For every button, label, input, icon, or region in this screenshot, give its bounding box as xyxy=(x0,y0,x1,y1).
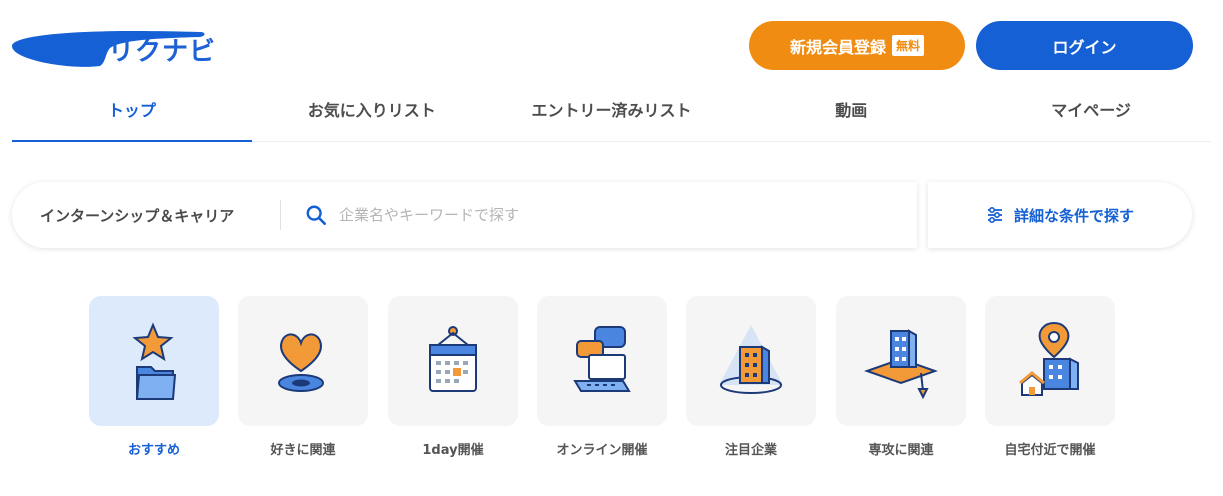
search-box: インターンシップ＆キャリア xyxy=(12,182,917,248)
tab-mypage[interactable]: マイページ xyxy=(971,90,1211,141)
divider xyxy=(280,200,281,230)
tab-top[interactable]: トップ xyxy=(12,90,252,142)
tab-favorites[interactable]: お気に入りリスト xyxy=(252,90,492,141)
category-label: 専攻に関連 xyxy=(868,443,934,458)
tab-entries[interactable]: エントリー済みリスト xyxy=(492,90,732,141)
detail-search-label: 詳細な条件で探す xyxy=(1013,206,1134,225)
category-featured[interactable]: 注目企業 xyxy=(686,296,816,458)
search-input[interactable] xyxy=(339,206,859,224)
register-button[interactable]: 新規会員登録 無料 xyxy=(749,21,965,70)
filter-sliders-icon xyxy=(987,206,1002,224)
category-tile xyxy=(238,296,368,426)
category-label: 好きに関連 xyxy=(270,443,336,458)
category-label: 1day開催 xyxy=(422,443,484,458)
category-selector[interactable]: インターンシップ＆キャリア xyxy=(12,205,280,226)
category-major[interactable]: 専攻に関連 xyxy=(836,296,966,458)
map-pin-house-icon xyxy=(1019,321,1079,396)
heart-icon xyxy=(278,333,324,392)
login-button[interactable]: ログイン xyxy=(976,21,1193,70)
category-label: 自宅付近で開催 xyxy=(1004,443,1096,458)
calendar-icon xyxy=(429,326,477,392)
search-icon xyxy=(306,205,326,225)
category-tile xyxy=(686,296,816,426)
category-tile xyxy=(836,296,966,426)
category-1day[interactable]: 1day開催 xyxy=(388,296,518,458)
spotlight-building-icon xyxy=(719,325,783,394)
laptop-chat-icon xyxy=(573,326,631,392)
category-label: 注目企業 xyxy=(724,443,777,458)
category-tile xyxy=(388,296,518,426)
detail-search-button[interactable]: 詳細な条件で探す xyxy=(928,182,1192,248)
register-label: 新規会員登録 xyxy=(789,37,886,57)
header: リクナビ 新規会員登録 無料 ログイン xyxy=(0,0,1223,90)
category-near-home[interactable]: 自宅付近で開催 xyxy=(985,296,1115,458)
category-likes[interactable]: 好きに関連 xyxy=(238,296,368,458)
category-label: おすすめ xyxy=(127,443,180,458)
category-list: おすすめ 好きに関連 1day開催 オンライン開催 注目企業 専攻に関連 自宅付… xyxy=(89,296,1119,466)
tab-videos[interactable]: 動画 xyxy=(731,90,971,141)
search-area: インターンシップ＆キャリア 詳細な条件で探す xyxy=(12,182,1192,248)
category-tile xyxy=(985,296,1115,426)
main-nav: トップ お気に入りリスト エントリー済みリスト 動画 マイページ xyxy=(12,90,1211,142)
category-tile xyxy=(537,296,667,426)
category-recommended[interactable]: おすすめ xyxy=(89,296,219,458)
star-folder-icon xyxy=(132,322,177,400)
category-tile xyxy=(89,296,219,426)
free-badge: 無料 xyxy=(892,35,925,56)
graduation-building-icon xyxy=(863,329,939,400)
category-online[interactable]: オンライン開催 xyxy=(537,296,667,458)
category-label: オンライン開催 xyxy=(556,443,648,458)
logo-text[interactable]: リクナビ xyxy=(108,31,216,68)
login-label: ログイン xyxy=(1052,37,1117,57)
